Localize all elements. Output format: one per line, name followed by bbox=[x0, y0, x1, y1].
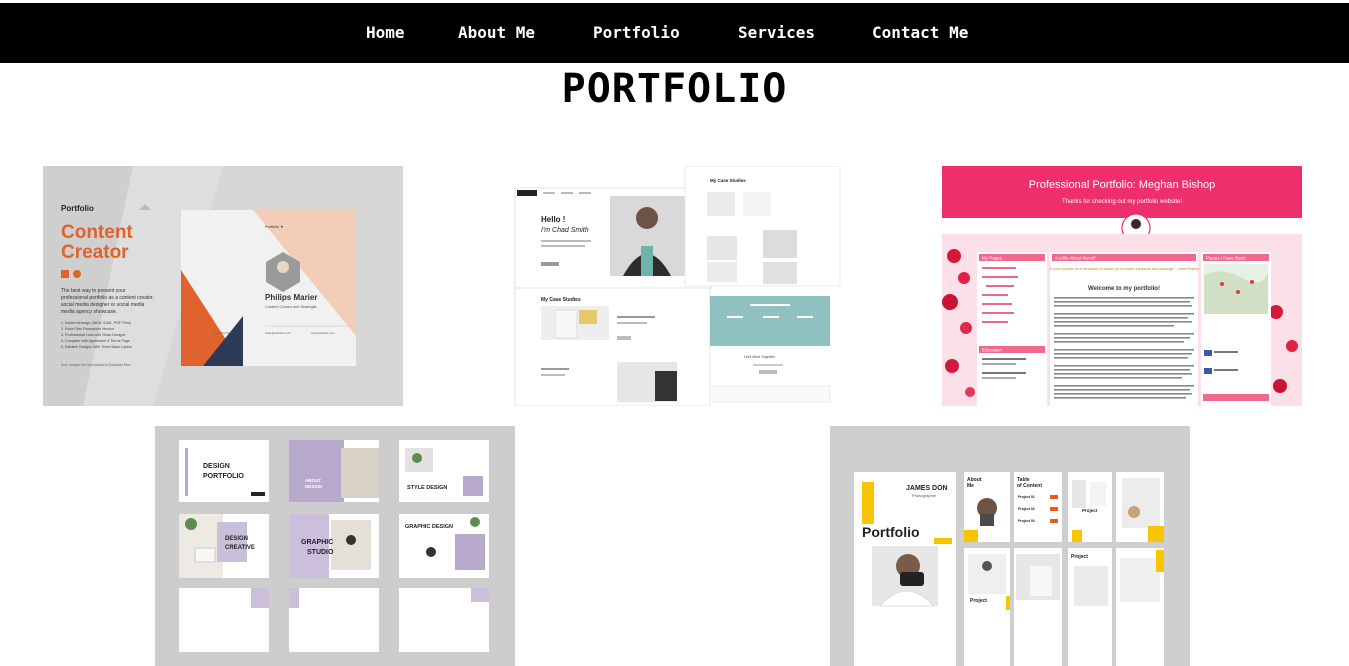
portfolio-thumbnail-james-don[interactable]: JAMES DON Photographer Portfolio About M… bbox=[830, 426, 1190, 666]
nav-link-portfolio[interactable]: Portfolio bbox=[593, 23, 680, 43]
header-band bbox=[942, 166, 1302, 218]
heading-creator: Creator bbox=[61, 242, 129, 263]
svg-text:hello@website.com: hello@website.com bbox=[265, 331, 292, 335]
svg-text:ABOUT: ABOUT bbox=[305, 478, 321, 483]
svg-text:GRAPHIC DESIGN: GRAPHIC DESIGN bbox=[405, 524, 453, 530]
right-case-label: My Case Studies bbox=[710, 178, 746, 183]
svg-text:of Content: of Content bbox=[1017, 483, 1042, 489]
brochure-name: Philips Marier bbox=[265, 293, 317, 302]
my-pages-heading: My Pages bbox=[982, 256, 1003, 261]
quote: "It is the supreme art of the teacher to… bbox=[1049, 267, 1199, 271]
svg-text:Portfolio: Portfolio bbox=[862, 524, 920, 540]
blurb-line-2: professional portfolio as a content crea… bbox=[61, 295, 154, 301]
feature-5: 5. Editable Designs With Three Basic Lay… bbox=[61, 345, 132, 349]
svg-text:Photographer: Photographer bbox=[912, 493, 937, 498]
content-creator-mockup: Portfolio Content Creator The best way t… bbox=[43, 166, 403, 406]
svg-text:Project 03: Project 03 bbox=[1018, 519, 1035, 523]
site-title: Professional Portfolio: Meghan Bishop bbox=[1029, 179, 1216, 191]
brand-label: Portfolio bbox=[61, 204, 94, 213]
svg-text:www.website.com: www.website.com bbox=[311, 331, 335, 335]
lets-work-together: Let's Work Together bbox=[744, 355, 776, 359]
my-pages-column bbox=[977, 252, 1047, 406]
nav-link-services[interactable]: Services bbox=[738, 23, 815, 43]
footnote: Note: Images Are Not Included in Downloa… bbox=[61, 363, 131, 367]
svg-text:CREATIVE: CREATIVE bbox=[225, 545, 255, 551]
svg-text:STYLE DESIGN: STYLE DESIGN bbox=[407, 485, 447, 491]
svg-text:Me: Me bbox=[967, 483, 974, 489]
adobe-icon bbox=[61, 270, 69, 278]
case-studies-page-left bbox=[514, 287, 711, 406]
top-navigation-bar: Home About Me Portfolio Services Contact… bbox=[0, 3, 1349, 63]
portfolio-thumbnail-meghan-bishop[interactable]: Professional Portfolio: Meghan Bishop Th… bbox=[942, 166, 1302, 406]
feature-1: 1. Adobe InDesign (INDD, IDML, PDF Files… bbox=[61, 321, 131, 325]
svg-text:DESIGN: DESIGN bbox=[203, 463, 230, 470]
feature-3: 3. Professional Look with Clean Designs bbox=[61, 333, 126, 337]
office-icon bbox=[73, 270, 81, 278]
svg-text:Project 01: Project 01 bbox=[1018, 495, 1035, 499]
blurb-line-3: social media designer or social media bbox=[61, 302, 145, 308]
blurb-line-1: The best way to present your bbox=[61, 288, 126, 294]
svg-text:Project 02: Project 02 bbox=[1018, 507, 1035, 511]
svg-text:Project: Project bbox=[970, 598, 987, 604]
hero-hello: Hello ! bbox=[541, 215, 565, 224]
svg-text:Project: Project bbox=[1082, 508, 1098, 513]
svg-text:GRAPHIC: GRAPHIC bbox=[301, 539, 333, 546]
page-title: PORTFOLIO bbox=[561, 66, 788, 112]
nav-link-about-me[interactable]: About Me bbox=[458, 23, 535, 43]
nav-link-home[interactable]: Home bbox=[366, 23, 405, 43]
education-heading: Education bbox=[982, 348, 1003, 353]
james-don-mockup: JAMES DON Photographer Portfolio About M… bbox=[830, 426, 1190, 666]
welcome-heading: Welcome to my portfolio! bbox=[1088, 286, 1160, 292]
site-subtitle: Thanks for checking out my portfolio web… bbox=[1062, 199, 1182, 205]
feature-4: 4. Complete with Agreement & Terms Page bbox=[61, 339, 130, 343]
about-heading: A Little About Myself bbox=[1055, 256, 1096, 261]
svg-text:DESIGN: DESIGN bbox=[305, 484, 322, 489]
about-column bbox=[1050, 252, 1198, 406]
hero-name: I'm Chad Smith bbox=[541, 227, 589, 234]
brochure-role: Content Creator and Strategist bbox=[265, 305, 317, 309]
svg-text:Project: Project bbox=[1071, 554, 1088, 560]
chad-smith-mockup: Hello ! I'm Chad Smith My Case Studies M… bbox=[495, 166, 855, 406]
portfolio-thumbnail-chad-smith[interactable]: Hello ! I'm Chad Smith My Case Studies M… bbox=[495, 166, 855, 406]
svg-text:STUDIO: STUDIO bbox=[307, 549, 334, 556]
svg-text:JAMES DON: JAMES DON bbox=[906, 485, 948, 492]
feature-2: 2. Extra Files Powerpoint Version bbox=[61, 327, 114, 331]
portfolio-thumbnail-design-slides[interactable]: DESIGN PORTFOLIO ABOUT DESIGN STYLE DESI… bbox=[155, 426, 515, 666]
svg-text:+00 1234 567: +00 1234 567 bbox=[213, 331, 232, 335]
heading-content: Content bbox=[61, 222, 133, 243]
portfolio-thumbnail-content-creator[interactable]: Portfolio Content Creator The best way t… bbox=[43, 166, 403, 406]
blurb-line-4: media agency showcase. bbox=[61, 309, 117, 315]
svg-text:Portfolio ▼: Portfolio ▼ bbox=[265, 225, 284, 229]
meghan-bishop-mockup: Professional Portfolio: Meghan Bishop Th… bbox=[942, 166, 1302, 406]
teal-services-band bbox=[710, 296, 830, 346]
camera-icon bbox=[900, 572, 924, 586]
svg-text:PORTFOLIO: PORTFOLIO bbox=[203, 473, 244, 480]
design-slides-mockup: DESIGN PORTFOLIO ABOUT DESIGN STYLE DESI… bbox=[155, 426, 515, 666]
nav-link-contact-me[interactable]: Contact Me bbox=[872, 23, 968, 43]
places-heading: Places I Have Been bbox=[1206, 256, 1246, 261]
case-studies-heading: My Case Studies bbox=[541, 297, 581, 303]
svg-text:DESIGN: DESIGN bbox=[225, 536, 248, 542]
